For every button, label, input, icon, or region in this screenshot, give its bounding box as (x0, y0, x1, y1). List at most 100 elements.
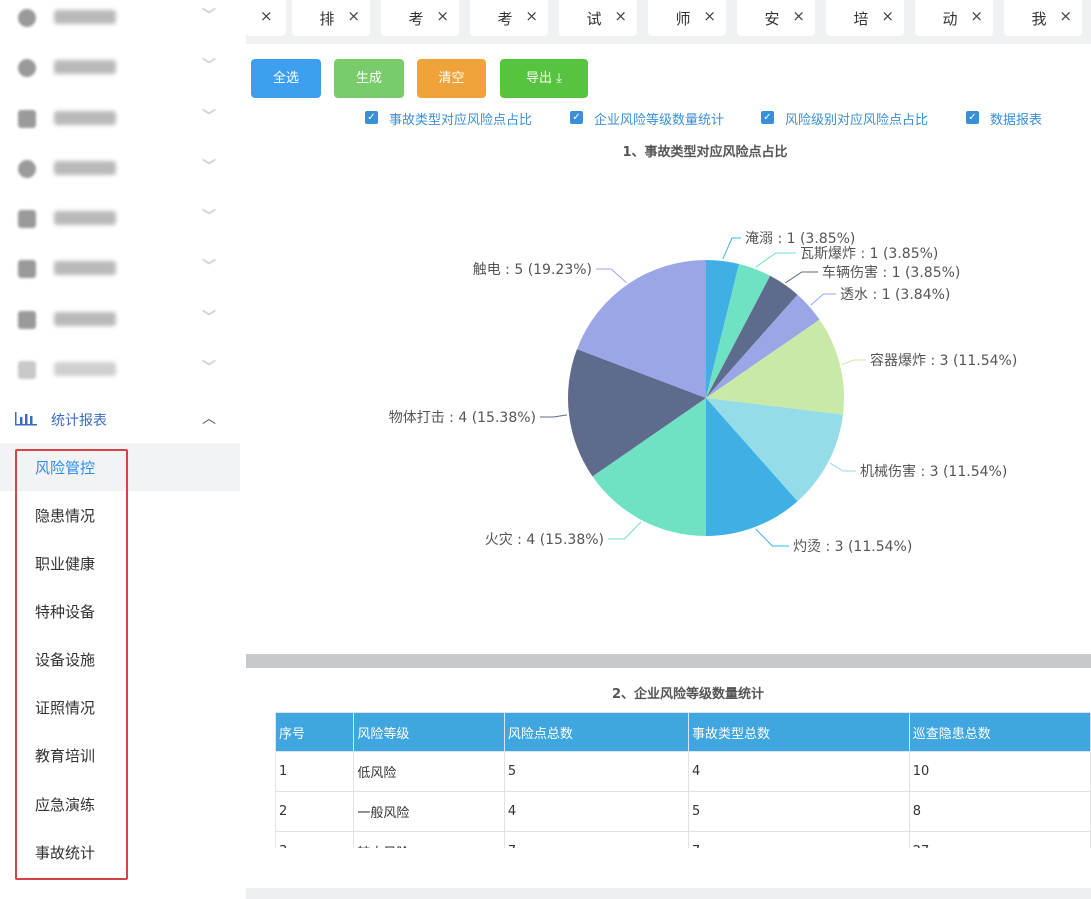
table-cell: 10 (908, 751, 1091, 792)
table-cell: 4 (688, 751, 910, 792)
checkbox-checked-icon: ✓ (761, 111, 774, 124)
tab-label: 考 (408, 10, 424, 28)
clipboard-icon (18, 311, 36, 329)
chevron-down-icon: ﹀ (202, 259, 216, 275)
tab-label: 我 (1031, 10, 1047, 28)
close-icon[interactable]: × (525, 7, 538, 25)
checkbox-label: 风险级别对应风险点占比 (785, 113, 929, 128)
export-button[interactable]: 导出 ⤓ (500, 59, 588, 98)
tab-7[interactable]: 培 × (826, 0, 904, 36)
tab-label: 师 (675, 10, 691, 28)
table-header-cell: 巡查隐患总数 (908, 712, 1091, 752)
sidebar-item-3[interactable]: ﹀ (0, 144, 240, 194)
table-header-cell: 序号 (274, 712, 355, 752)
close-icon[interactable]: × (970, 7, 983, 25)
table-header-cell: 风险点总数 (503, 712, 690, 752)
close-icon[interactable]: × (436, 7, 449, 25)
table-cell: 8 (908, 791, 1091, 832)
bottom-divider (246, 888, 1091, 899)
chevron-down-icon: ﹀ (202, 109, 216, 125)
learning-icon (18, 361, 36, 379)
close-icon[interactable]: × (614, 7, 627, 25)
sidebar-item-label-blurred (54, 312, 116, 326)
chevron-down-icon: ﹀ (202, 209, 216, 225)
tab-9[interactable]: 我 × (1004, 0, 1082, 36)
circle-icon (18, 9, 36, 27)
table-cell: 2 (274, 791, 355, 832)
table-cell: 一般风险 (353, 791, 505, 832)
tab-2[interactable]: 考 × (381, 0, 459, 36)
tab-8[interactable]: 动 × (915, 0, 993, 36)
checkbox-checked-icon: ✓ (966, 111, 979, 124)
table-title: 2、企业风险等级数量统计 (612, 687, 765, 702)
close-icon[interactable]: × (792, 7, 805, 25)
submenu-item-label: 教育培训 (35, 747, 96, 765)
sidebar-item-label-blurred (54, 10, 116, 24)
sidebar-item-label-blurred (54, 261, 116, 275)
submenu-item-label: 特种设备 (35, 603, 96, 621)
table-cell: 1 (274, 751, 355, 792)
sidebar-item-2[interactable]: ﹀ (0, 94, 240, 144)
sidebar-item-1[interactable]: ﹀ (0, 43, 240, 93)
table-header-row: 序号 风险等级 风险点总数 事故类型总数 巡查隐患总数 (274, 712, 1091, 752)
table-row: 2 一般风险 4 5 8 (274, 791, 1091, 832)
tab-label: 考 (497, 10, 513, 28)
table-cell: 4 (503, 791, 690, 832)
table-cell: 5 (688, 791, 910, 832)
chart-title: 1、事故类型对应风险点占比 (622, 145, 788, 160)
sidebar-item-5[interactable]: ﹀ (0, 244, 240, 294)
close-icon[interactable]: × (703, 7, 716, 25)
tab-3[interactable]: 考 × (470, 0, 548, 36)
checkbox-label: 事故类型对应风险点占比 (389, 113, 533, 128)
submenu-item-occupational-health[interactable]: 职业健康 (0, 539, 240, 587)
book-icon (18, 110, 36, 128)
chevron-down-icon: ﹀ (202, 58, 216, 74)
tab-5[interactable]: 师 × (648, 0, 726, 36)
table-cell: 低风险 (353, 751, 505, 792)
select-all-button[interactable]: 全选 (251, 59, 321, 98)
tab-6[interactable]: 安 × (737, 0, 815, 36)
checkbox-label: 数据报表 (990, 113, 1043, 128)
submenu-item-label: 职业健康 (35, 555, 96, 573)
chevron-down-icon: ﹀ (202, 310, 216, 326)
checkbox-checked-icon: ✓ (570, 111, 583, 124)
submenu-item-label: 事故统计 (35, 844, 96, 862)
sidebar-item-7[interactable]: ﹀ (0, 345, 240, 395)
submenu-item-licenses[interactable]: 证照情况 (0, 683, 240, 731)
gauge-icon (18, 160, 36, 178)
tab-label: 培 (853, 10, 869, 28)
checkbox-label: 企业风险等级数量统计 (594, 113, 725, 128)
document-icon (18, 210, 36, 228)
tab-1[interactable]: 排 × (292, 0, 370, 36)
submenu-item-label: 设备设施 (35, 651, 96, 669)
sidebar-item-4[interactable]: ﹀ (0, 194, 240, 244)
table-cell: 5 (503, 751, 690, 792)
submenu-item-facilities[interactable]: 设备设施 (0, 635, 240, 683)
close-icon[interactable]: × (347, 7, 360, 25)
chevron-down-icon: ﹀ (202, 360, 216, 376)
submenu-item-training[interactable]: 教育培训 (0, 731, 240, 779)
tab-bar: × 排 × 考 × 考 × 试 × 师 × 安 × 培 × 动 × 我 × (246, 0, 1091, 44)
submenu-item-risk-control[interactable]: 风险管控 (0, 443, 240, 491)
tab-label: 动 (942, 10, 958, 28)
tab-4[interactable]: 试 × (559, 0, 637, 36)
submenu-item-label: 隐患情况 (35, 507, 96, 525)
sidebar-item-0[interactable]: ﹀ (0, 0, 240, 43)
submenu-item-hazard[interactable]: 隐患情况 (0, 491, 240, 539)
sidebar-item-label-blurred (54, 60, 116, 74)
generate-button[interactable]: 生成 (334, 59, 404, 98)
submenu-item-label: 证照情况 (35, 699, 96, 717)
bar-chart-icon (15, 412, 37, 426)
sidebar-item-6[interactable]: ﹀ (0, 295, 240, 345)
submenu-item-accident-stats[interactable]: 事故统计 (0, 828, 240, 876)
chevron-down-icon: ﹀ (202, 8, 216, 24)
submenu-item-drill[interactable]: 应急演练 (0, 780, 240, 828)
sidebar-item-stats[interactable]: 统计报表 ︿ (0, 394, 240, 442)
close-icon[interactable]: × (260, 7, 273, 25)
person-icon (18, 260, 36, 278)
close-icon[interactable]: × (881, 7, 894, 25)
clear-button[interactable]: 清空 (417, 59, 486, 98)
close-icon[interactable]: × (1059, 7, 1072, 25)
submenu-item-special-equipment[interactable]: 特种设备 (0, 587, 240, 635)
tab-0[interactable]: × (246, 0, 286, 36)
